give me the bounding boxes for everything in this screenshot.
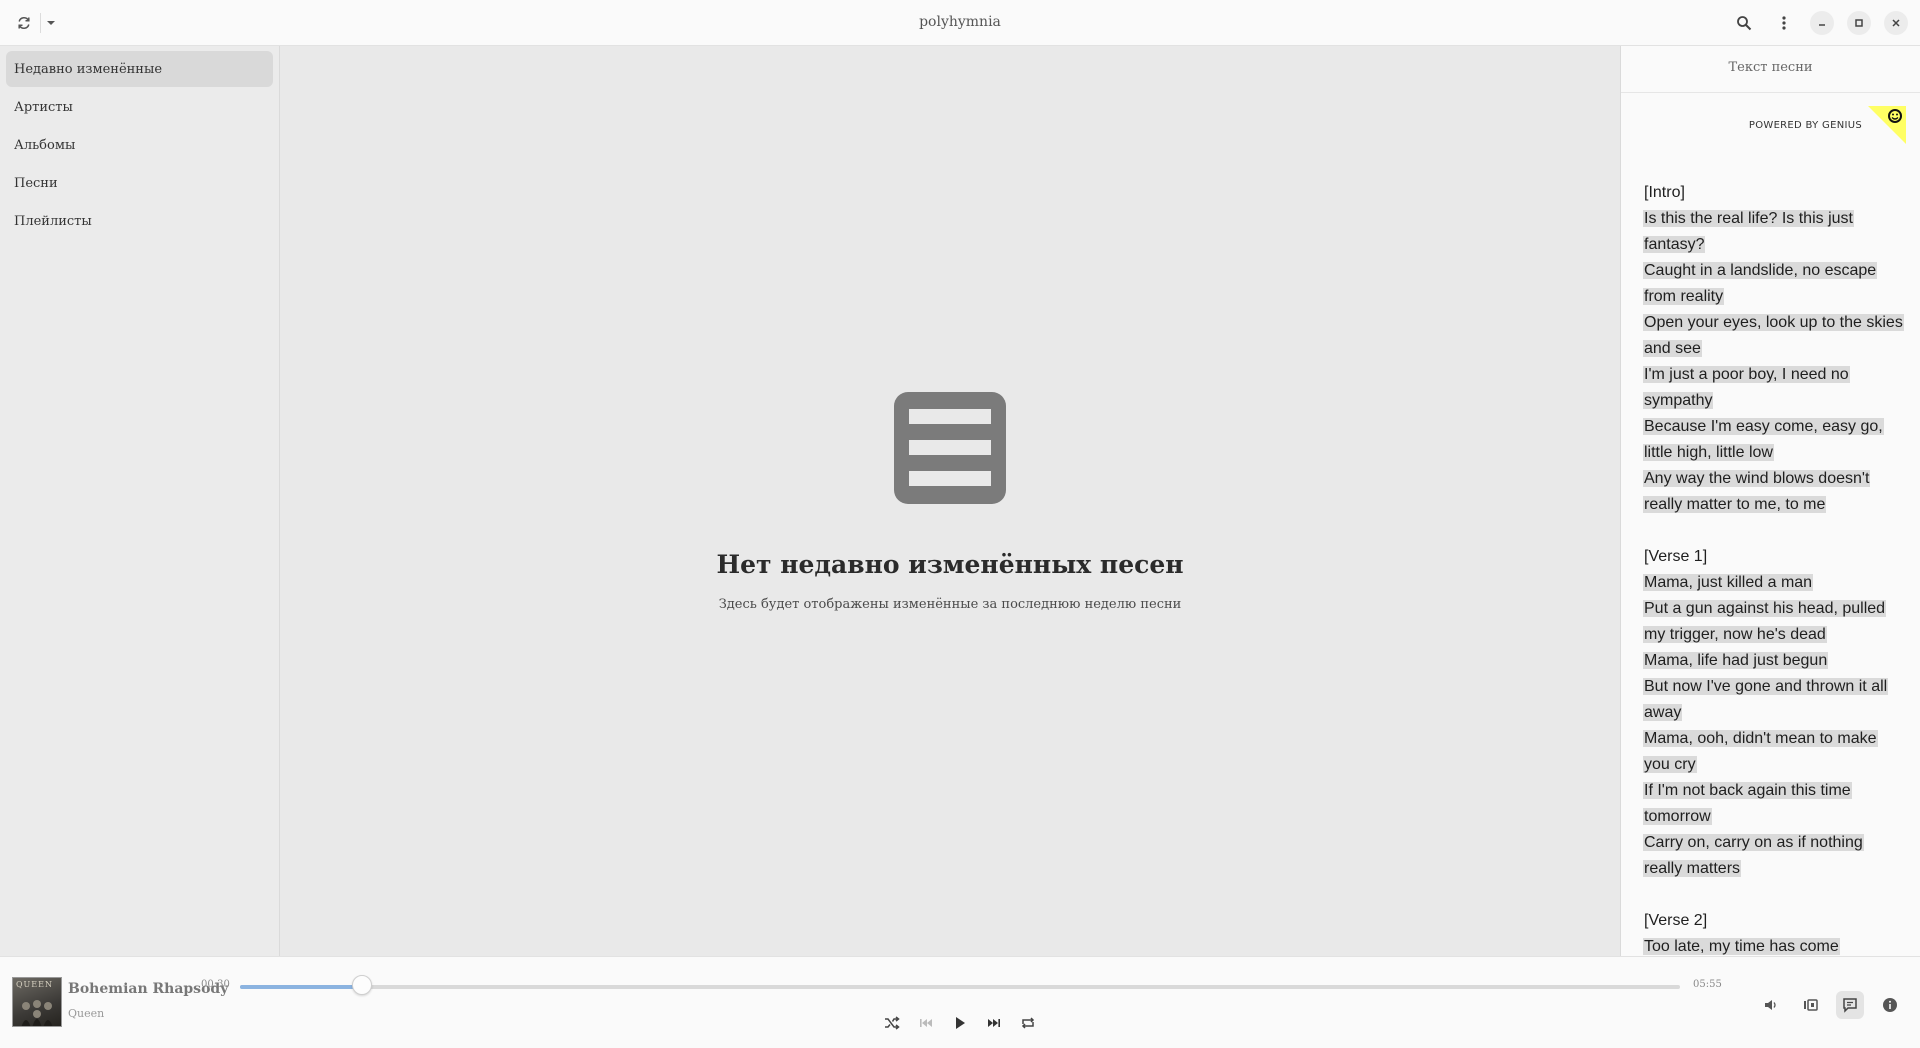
lyrics-button[interactable] [1836, 991, 1864, 1019]
kebab-menu-icon [1782, 16, 1786, 30]
genius-logo-icon [1868, 106, 1906, 144]
empty-state: Нет недавно изменённых песен Здесь будет… [280, 392, 1620, 612]
maximize-button[interactable] [1847, 11, 1871, 35]
lyric-line-text: Is this the real life? Is this just fant… [1643, 210, 1854, 253]
sidebar-item-label: Альбомы [14, 137, 76, 153]
lyrics-panel: Текст песни POWERED BY GENIUS [Intro] Is … [1620, 46, 1920, 956]
lyric-line: Because I'm easy come, easy go, little h… [1643, 414, 1903, 466]
lyric-line: Any way the wind blows doesn't really ma… [1643, 466, 1903, 518]
sidebar: Недавно изменённые Артисты Альбомы Песни… [0, 46, 280, 956]
total-duration: 05:55 [1693, 979, 1722, 990]
lyric-line-text: Too late, my time has come [1643, 938, 1840, 955]
lyric-line-text: Mama, life had just begun [1643, 652, 1829, 669]
sidebar-item-albums[interactable]: Альбомы [6, 127, 273, 163]
minimize-icon [1819, 24, 1825, 26]
sidebar-item-playlists[interactable]: Плейлисты [6, 203, 273, 239]
sidebar-item-label: Артисты [14, 99, 73, 115]
close-icon [1892, 19, 1900, 27]
elapsed-time: 00:30 [201, 979, 230, 990]
main-menu-button[interactable] [1772, 10, 1796, 36]
lyric-line: Is this the real life? Is this just fant… [1643, 206, 1903, 258]
lyric-line: Mama, ooh, didn't mean to make you cry [1643, 726, 1903, 778]
lyric-line-text: Any way the wind blows doesn't really ma… [1643, 470, 1871, 513]
next-button[interactable] [982, 1011, 1006, 1035]
queue-button[interactable] [1797, 991, 1825, 1019]
lyrics-panel-title: Текст песни [1728, 60, 1813, 75]
volume-button[interactable] [1757, 991, 1785, 1019]
lyric-line-text: [Intro] [1644, 184, 1685, 201]
search-button[interactable] [1732, 10, 1756, 36]
lyric-line: Open your eyes, look up to the skies and… [1643, 310, 1904, 362]
lyric-line: [Intro] [1643, 180, 1903, 206]
lyric-gap [1643, 882, 1903, 908]
lyric-line-text: [Verse 2] [1644, 912, 1708, 929]
seek-bar[interactable] [240, 985, 1680, 989]
lyric-line-text: Mama, ooh, didn't mean to make you cry [1643, 730, 1878, 773]
lyric-line-text: Caught in a landslide, no escape from re… [1643, 262, 1878, 305]
sidebar-item-label: Песни [14, 175, 58, 191]
lyric-gap [1643, 518, 1903, 544]
song-artist[interactable]: Queen [68, 1007, 104, 1020]
play-icon [956, 1017, 965, 1029]
lyric-line-text: Put a gun against his head, pulled my tr… [1643, 600, 1887, 643]
main-content: Нет недавно изменённых песен Здесь будет… [280, 46, 1620, 956]
volume-icon [1765, 1000, 1776, 1010]
lyric-line-text: I'm just a poor boy, I need no sympathy [1643, 366, 1850, 409]
window-title: polyhymnia [919, 14, 1001, 30]
sidebar-item-label: Плейлисты [14, 213, 92, 229]
play-button[interactable] [948, 1011, 972, 1035]
lyric-line: I'm just a poor boy, I need no sympathy [1643, 362, 1903, 414]
seek-bar-progress [240, 985, 362, 989]
empty-state-subtitle: Здесь будет отображены изменённые за пос… [718, 597, 1182, 612]
close-button[interactable] [1884, 11, 1908, 35]
minimize-button[interactable] [1810, 11, 1834, 35]
lyric-line: Carry on, carry on as if nothing really … [1643, 830, 1903, 882]
lyric-line-text: Carry on, carry on as if nothing really … [1643, 834, 1864, 877]
previous-button[interactable] [914, 1011, 938, 1035]
shuffle-icon [885, 1016, 900, 1030]
lyric-line: Caught in a landslide, no escape from re… [1643, 258, 1903, 310]
maximize-icon [1855, 19, 1863, 27]
genius-attribution[interactable]: POWERED BY GENIUS [1749, 106, 1906, 144]
lyric-line: Too late, my time has come [1643, 934, 1903, 956]
previous-icon [920, 1019, 932, 1027]
lyric-line: [Verse 2] [1643, 908, 1903, 934]
lyric-line-text: [Verse 1] [1644, 548, 1708, 565]
next-icon [988, 1019, 1000, 1027]
sidebar-item-recently-modified[interactable]: Недавно изменённые [6, 51, 273, 87]
lyric-line: [Verse 1] [1643, 544, 1903, 570]
lyric-line-text: But now I've gone and thrown it all away [1643, 678, 1889, 721]
lyrics-text: [Intro] Is this the real life? Is this ju… [1643, 180, 1904, 956]
lyric-line-text: Mama, just killed a man [1643, 574, 1814, 591]
lyric-line: Mama, life had just begun [1643, 648, 1903, 674]
sidebar-item-songs[interactable]: Песни [6, 165, 273, 201]
info-button[interactable] [1876, 991, 1904, 1019]
lyrics-divider [1621, 92, 1920, 93]
lyric-line: Mama, just killed a man [1643, 570, 1903, 596]
lyric-line: If I'm not back again this time tomorrow [1643, 778, 1903, 830]
seek-bar-handle[interactable] [351, 975, 372, 995]
sidebar-item-artists[interactable]: Артисты [6, 89, 273, 125]
lyric-line-text: If I'm not back again this time tomorrow [1643, 782, 1852, 825]
lyric-line: But now I've gone and thrown it all away [1643, 674, 1903, 726]
sidebar-item-label: Недавно изменённые [14, 61, 163, 77]
repeat-button[interactable] [1016, 1011, 1040, 1035]
lyric-line-text: Open your eyes, look up to the skies and… [1643, 314, 1904, 357]
search-icon [1737, 16, 1752, 31]
queue-icon [1804, 999, 1818, 1011]
info-icon [1883, 998, 1897, 1012]
player-bar: QUEEN Bohemian Rhapsody Queen 00:30 05:5… [0, 956, 1920, 1048]
lyric-line-text: Because I'm easy come, easy go, little h… [1643, 418, 1884, 461]
lyrics-icon [1843, 998, 1857, 1013]
header-bar: polyhymnia [0, 0, 1920, 46]
album-cover[interactable]: QUEEN [12, 977, 62, 1027]
shuffle-button[interactable] [880, 1011, 904, 1035]
empty-state-title: Нет недавно изменённых песен [716, 550, 1184, 579]
repeat-icon [1021, 1017, 1035, 1029]
powered-by-genius-text: POWERED BY GENIUS [1748, 119, 1862, 131]
list-icon [894, 392, 1006, 504]
lyric-line: Put a gun against his head, pulled my tr… [1643, 596, 1903, 648]
